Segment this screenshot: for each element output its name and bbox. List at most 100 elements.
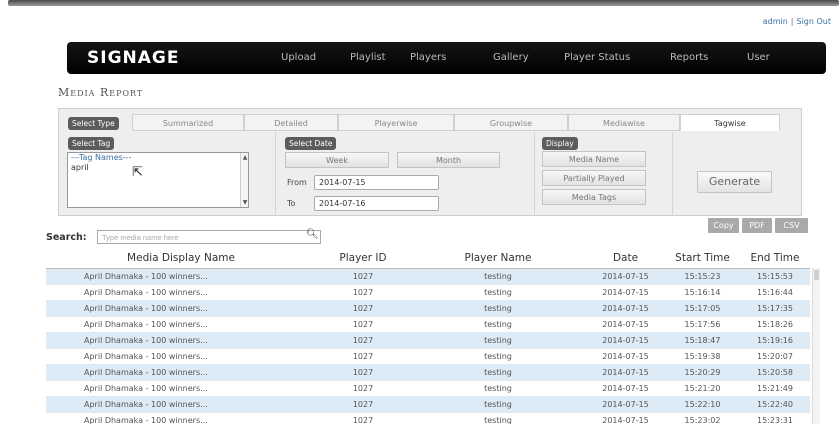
month-button[interactable]: Month (397, 152, 500, 168)
tab-playerwise[interactable]: Playerwise (338, 114, 454, 131)
nav-player-status[interactable]: Player Status (564, 52, 630, 63)
cell-player-name: testing (410, 268, 586, 285)
tab-groupwise[interactable]: Groupwise (454, 114, 568, 131)
cell-player-id: 1027 (316, 316, 410, 333)
nav-playlist[interactable]: Playlist (350, 52, 386, 63)
table-row[interactable]: April Dhamaka - 100 winners... 1027 testin… (46, 316, 810, 333)
cell-start-time: 15:17:05 (665, 300, 740, 317)
table-row[interactable]: April Dhamaka - 100 winners... 1027 testin… (46, 380, 810, 397)
search-icon[interactable]: 🔍︎ (306, 229, 319, 240)
scroll-down-icon[interactable]: ▼ (242, 199, 248, 206)
from-date-input[interactable]: 2014-07-15 (314, 175, 439, 190)
col-end-time[interactable]: End Time (740, 248, 810, 269)
col-start-time[interactable]: Start Time (665, 248, 740, 269)
scroll-up-icon[interactable]: ▲ (242, 154, 248, 161)
cell-player-name: testing (410, 396, 586, 413)
select-type-label: Select Type (68, 117, 119, 130)
cell-player-id: 1027 (316, 284, 410, 301)
tag-option-placeholder[interactable]: ---Tag Names--- (68, 153, 248, 163)
mouse-cursor-icon: ⇱ (132, 165, 143, 180)
tab-detailed[interactable]: Detailed (244, 114, 338, 131)
table-row[interactable]: April Dhamaka - 100 winners... 1027 testin… (46, 284, 810, 301)
admin-link[interactable]: admin (763, 17, 788, 26)
table-row[interactable]: April Dhamaka - 100 winners... 1027 testin… (46, 396, 810, 413)
csv-button[interactable]: CSV (775, 218, 808, 233)
tag-listbox[interactable]: ---Tag Names--- april ▲ ▼ (67, 152, 249, 208)
partially-played-button[interactable]: Partially Played (542, 170, 646, 186)
nav-user[interactable]: User (747, 52, 770, 63)
col-date[interactable]: Date (586, 248, 665, 269)
cell-media-display-name: April Dhamaka - 100 winners... (46, 316, 316, 333)
table-scrollbar[interactable] (812, 268, 820, 424)
media-tags-button[interactable]: Media Tags (542, 189, 646, 205)
copy-button[interactable]: Copy (708, 218, 739, 233)
cell-date: 2014-07-15 (586, 284, 665, 301)
tab-mediawise[interactable]: Mediawise (568, 114, 680, 131)
cell-media-display-name: April Dhamaka - 100 winners... (46, 348, 316, 365)
display-label: Display (542, 137, 578, 150)
cell-media-display-name: April Dhamaka - 100 winners... (46, 300, 316, 317)
listbox-scrollbar[interactable]: ▲ ▼ (240, 153, 248, 207)
media-name-button[interactable]: Media Name (542, 151, 646, 167)
tab-tagwise[interactable]: Tagwise (680, 114, 780, 131)
report-table: Media Display Name Player ID Player Name… (46, 248, 810, 424)
tab-summarized[interactable]: Summarized (132, 114, 244, 131)
nav-gallery[interactable]: Gallery (493, 52, 529, 63)
week-button[interactable]: Week (285, 152, 389, 168)
nav-reports[interactable]: Reports (670, 52, 708, 63)
cell-end-time: 15:18:26 (740, 316, 810, 333)
col-media-display-name[interactable]: Media Display Name (46, 248, 316, 269)
cell-player-name: testing (410, 316, 586, 333)
cell-start-time: 15:16:14 (665, 284, 740, 301)
nav-upload[interactable]: Upload (281, 52, 316, 63)
cell-end-time: 15:20:07 (740, 348, 810, 365)
sign-out-link[interactable]: Sign Out (797, 17, 832, 26)
cell-media-display-name: April Dhamaka - 100 winners... (46, 332, 316, 349)
col-player-name[interactable]: Player Name (410, 248, 586, 269)
to-date-input[interactable]: 2014-07-16 (314, 196, 439, 211)
panel-divider (275, 132, 276, 216)
cell-date: 2014-07-15 (586, 380, 665, 397)
to-label: To (287, 199, 296, 208)
table-row[interactable]: April Dhamaka - 100 winners... 1027 testin… (46, 332, 810, 349)
cell-date: 2014-07-15 (586, 412, 665, 424)
cell-start-time: 15:20:29 (665, 364, 740, 381)
cell-date: 2014-07-15 (586, 364, 665, 381)
select-date-label: Select Date (285, 137, 337, 150)
col-player-id[interactable]: Player ID (316, 248, 410, 269)
cell-media-display-name: April Dhamaka - 100 winners... (46, 284, 316, 301)
panel-divider (672, 132, 673, 216)
table-row[interactable]: April Dhamaka - 100 winners... 1027 testin… (46, 348, 810, 365)
table-row[interactable]: April Dhamaka - 100 winners... 1027 testin… (46, 268, 810, 285)
table-row[interactable]: April Dhamaka - 100 winners... 1027 testin… (46, 412, 810, 424)
cell-end-time: 15:17:35 (740, 300, 810, 317)
tag-option-april[interactable]: april (68, 163, 248, 173)
cell-player-id: 1027 (316, 268, 410, 285)
table-scrollbar-thumb[interactable] (814, 270, 819, 280)
cell-player-id: 1027 (316, 412, 410, 424)
cell-player-name: testing (410, 284, 586, 301)
user-links-separator: | (790, 17, 794, 26)
user-links: admin | Sign Out (763, 17, 831, 26)
cell-player-name: testing (410, 332, 586, 349)
cell-start-time: 15:18:47 (665, 332, 740, 349)
table-row[interactable]: April Dhamaka - 100 winners... 1027 testin… (46, 300, 810, 317)
cell-date: 2014-07-15 (586, 396, 665, 413)
cell-end-time: 15:21:49 (740, 380, 810, 397)
nav-players[interactable]: Players (410, 52, 446, 63)
cell-start-time: 15:21:20 (665, 380, 740, 397)
cell-start-time: 15:22:10 (665, 396, 740, 413)
cell-media-display-name: April Dhamaka - 100 winners... (46, 364, 316, 381)
from-label: From (287, 178, 307, 187)
cell-player-name: testing (410, 364, 586, 381)
generate-button[interactable]: Generate (697, 171, 772, 193)
select-tag-label: Select Tag (68, 137, 115, 150)
table-row[interactable]: April Dhamaka - 100 winners... 1027 testin… (46, 364, 810, 381)
pdf-button[interactable]: PDF (742, 218, 772, 233)
cell-start-time: 15:19:38 (665, 348, 740, 365)
cell-date: 2014-07-15 (586, 300, 665, 317)
search-input[interactable] (97, 230, 321, 244)
search-label: Search: (46, 232, 87, 243)
cell-start-time: 15:17:56 (665, 316, 740, 333)
cell-player-id: 1027 (316, 396, 410, 413)
